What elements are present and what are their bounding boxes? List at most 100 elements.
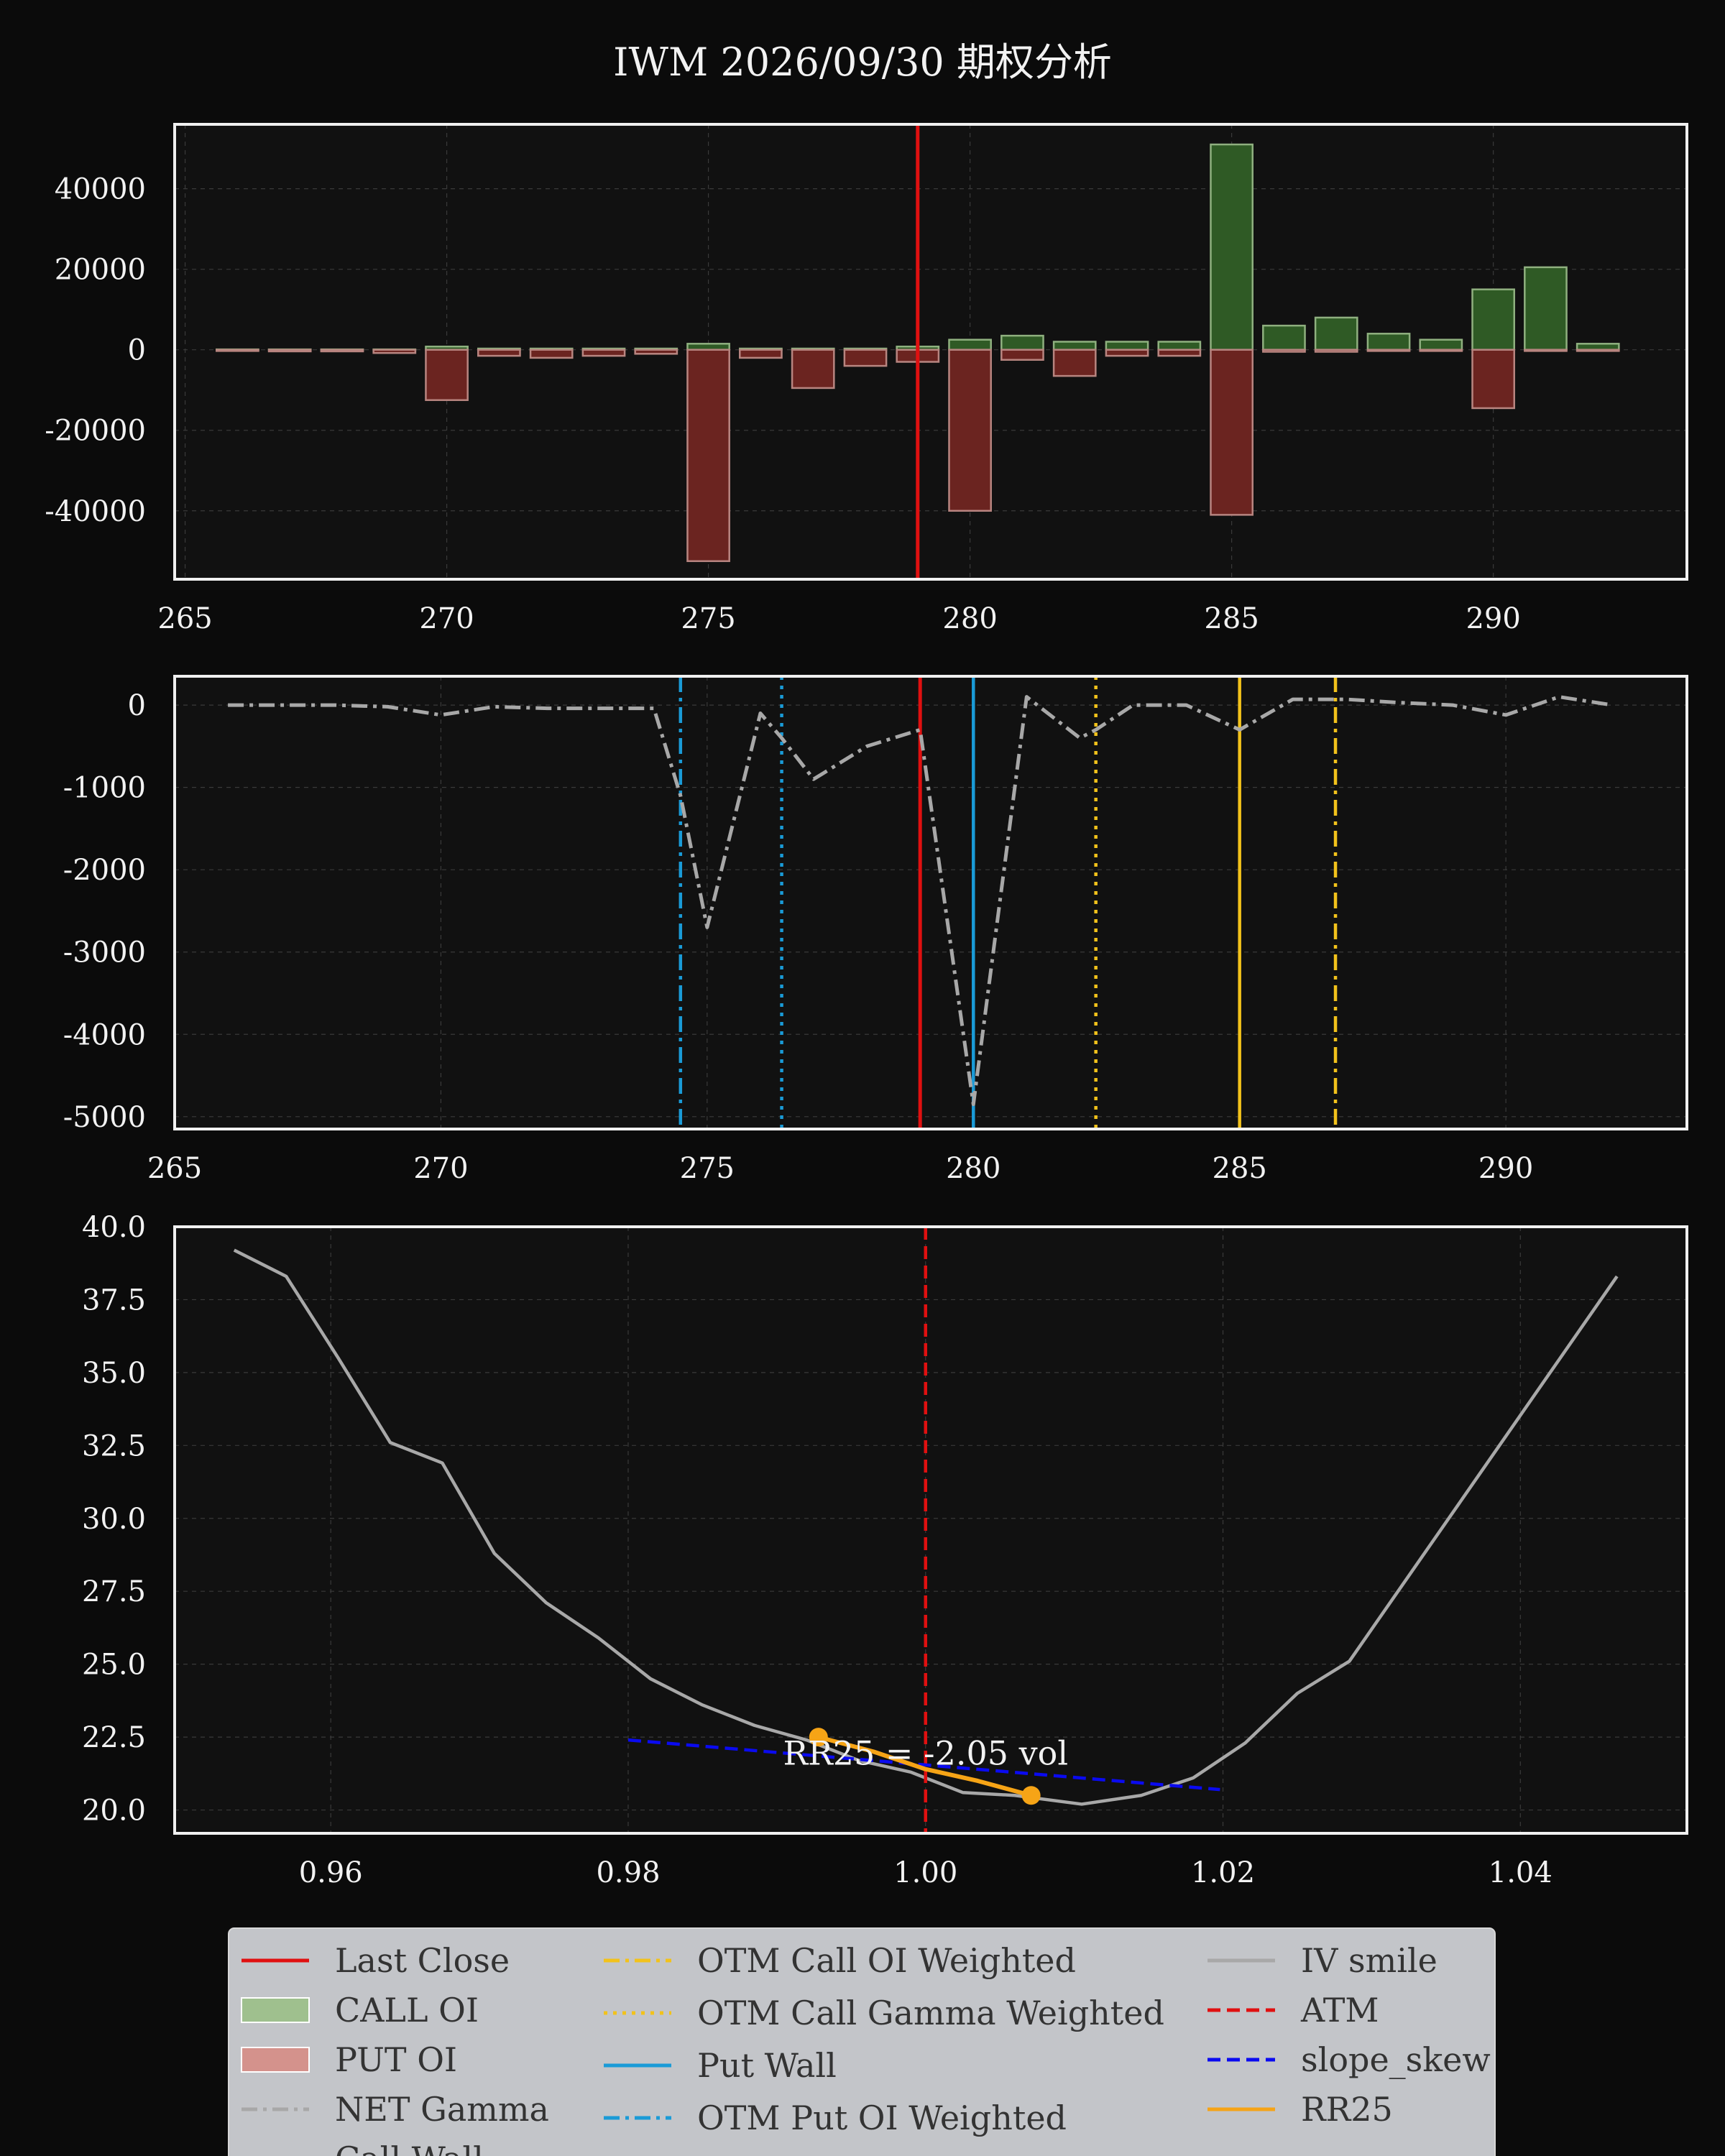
gamma-y-tick-label: -2000 — [63, 854, 146, 887]
gamma-y-tick-label: -4000 — [63, 1018, 146, 1051]
oi-y-tick-label: 20000 — [55, 254, 146, 287]
put-oi-bar — [739, 349, 783, 359]
put-oi-bar — [1210, 349, 1254, 516]
legend-label: PUT OI — [335, 2040, 457, 2079]
put-oi-bar — [791, 349, 835, 390]
iv-y-tick-label: 37.5 — [82, 1284, 146, 1317]
put-oi-bar — [1366, 349, 1411, 352]
gamma-y-tick-label: -3000 — [63, 936, 146, 969]
call-oi-bar — [1419, 338, 1463, 351]
net-gamma-panel: 265 270 275 280 285 290 0 -1000 -2000 -3000 -4000 -… — [63, 675, 1688, 1185]
put-oi-bar — [1157, 349, 1202, 357]
chart-title: IWM 2026/09/30 期权分析 — [613, 40, 1112, 85]
legend-label: NET Gamma — [335, 2090, 549, 2129]
put-oi-bar — [215, 349, 259, 352]
iv-x-tick-label: 1.04 — [1489, 1856, 1552, 1889]
oi-y-tick-label: 40000 — [55, 173, 146, 206]
legend-swatch — [241, 1997, 310, 2023]
put-oi-bar — [1419, 349, 1463, 352]
figure: IWM 2026/09/30 期权分析 265 270 275 280 285 290 40… — [45, 40, 1688, 2156]
call-oi-bar — [1105, 341, 1149, 351]
call-oi-bar — [1157, 341, 1202, 351]
put-oi-bar — [529, 349, 574, 359]
legend-label: ATM — [1300, 1991, 1379, 2030]
call-oi-bar — [1210, 143, 1254, 351]
rr25-annotation: RR25 = -2.05 vol — [783, 1734, 1068, 1773]
oi-y-tick-label: -40000 — [45, 495, 146, 528]
iv-x-tick-label: 1.00 — [893, 1856, 957, 1889]
legend: Last Close CALL OI PUT OI NET Gamma Call Wal… — [228, 1927, 1496, 2156]
legend-label: Last Close — [335, 1941, 510, 1980]
put-oi-bar — [1314, 349, 1358, 353]
put-oi-bar — [425, 349, 469, 401]
call-oi-bar — [948, 338, 992, 351]
legend-label: RR25 — [1301, 2090, 1393, 2129]
legend-label: OTM Call Gamma Weighted — [697, 1994, 1164, 2032]
put-oi-bar — [686, 349, 730, 563]
iv-x-tick-label: 0.96 — [299, 1856, 363, 1889]
put-oi-bar — [1524, 349, 1568, 352]
gamma-y-tick-label: -5000 — [63, 1101, 146, 1134]
gamma-x-tick-label: 280 — [946, 1152, 1000, 1185]
iv-y-tick-label: 22.5 — [82, 1721, 146, 1754]
put-oi-bar — [477, 349, 521, 357]
iv-y-tick-label: 25.0 — [82, 1649, 146, 1682]
gamma-plot-area — [175, 676, 1687, 1129]
call-oi-bar — [1314, 316, 1358, 351]
call-oi-bar — [686, 343, 730, 351]
oi-x-tick-label: 290 — [1466, 602, 1520, 635]
call-oi-bar — [1052, 341, 1097, 351]
iv-y-tick-label: 20.0 — [82, 1795, 146, 1828]
iv-smile-panel: 0.96 0.98 1.00 1.02 1.04 40.0 37.5 35.0 32.5 30.0… — [82, 1211, 1688, 1889]
oi-x-tick-label: 280 — [942, 602, 997, 635]
put-oi-bar — [948, 349, 992, 512]
oi-x-tick-label: 275 — [681, 602, 735, 635]
oi-x-tick-label: 285 — [1204, 602, 1259, 635]
gamma-x-tick-label: 290 — [1478, 1152, 1533, 1185]
iv-y-tick-label: 27.5 — [82, 1575, 146, 1608]
gamma-x-tick-label: 270 — [413, 1152, 468, 1185]
gamma-x-tick-label: 285 — [1213, 1152, 1267, 1185]
legend-label: slope_skew — [1301, 2040, 1491, 2079]
oi-y-tick-label: -20000 — [45, 415, 146, 448]
oi-y-tick-label: 0 — [128, 334, 146, 367]
rr25-point — [1021, 1786, 1041, 1805]
iv-x-tick-label: 1.02 — [1191, 1856, 1255, 1889]
put-oi-bar — [320, 349, 364, 353]
oi-panel: 265 270 275 280 285 290 40000 20000 0 -20000 -4000… — [45, 123, 1688, 635]
legend-label: OTM Call OI Weighted — [697, 1941, 1076, 1980]
iv-y-tick-label: 35.0 — [82, 1357, 146, 1390]
call-oi-bar — [1366, 333, 1411, 351]
gamma-x-tick-label: 265 — [147, 1152, 202, 1185]
iv-x-tick-label: 0.98 — [596, 1856, 660, 1889]
iv-y-tick-label: 30.0 — [82, 1503, 146, 1536]
put-oi-bar — [267, 349, 312, 353]
legend-label: OTM Put OI Weighted — [697, 2099, 1067, 2137]
gamma-x-tick-label: 275 — [680, 1152, 735, 1185]
put-oi-bar — [1052, 349, 1097, 377]
put-oi-bar — [843, 349, 888, 367]
legend-label: IV smile — [1301, 1941, 1438, 1980]
put-oi-bar — [1262, 349, 1306, 353]
iv-y-tick-label: 32.5 — [82, 1429, 146, 1462]
legend-label: Put Wall — [697, 2046, 837, 2085]
gamma-y-tick-label: 0 — [128, 689, 146, 722]
legend-label: Call Wall — [335, 2139, 484, 2156]
put-oi-bar — [1000, 349, 1044, 361]
legend-label: CALL OI — [335, 1991, 479, 2030]
gamma-y-tick-label: -1000 — [63, 772, 146, 805]
put-oi-bar — [1471, 349, 1516, 410]
oi-x-tick-label: 270 — [419, 602, 474, 635]
call-oi-bar — [1000, 334, 1044, 351]
put-oi-bar — [1576, 349, 1620, 352]
put-oi-bar — [634, 349, 678, 355]
put-oi-bar — [372, 349, 417, 354]
oi-x-tick-label: 265 — [157, 602, 212, 635]
put-oi-bar — [581, 349, 626, 357]
call-oi-bar — [1524, 266, 1568, 351]
call-oi-bar — [1262, 324, 1306, 351]
call-oi-bar — [1471, 288, 1516, 351]
put-oi-bar — [1105, 349, 1149, 357]
iv-y-tick-label: 40.0 — [82, 1211, 146, 1244]
call-oi-bar — [1576, 343, 1620, 351]
